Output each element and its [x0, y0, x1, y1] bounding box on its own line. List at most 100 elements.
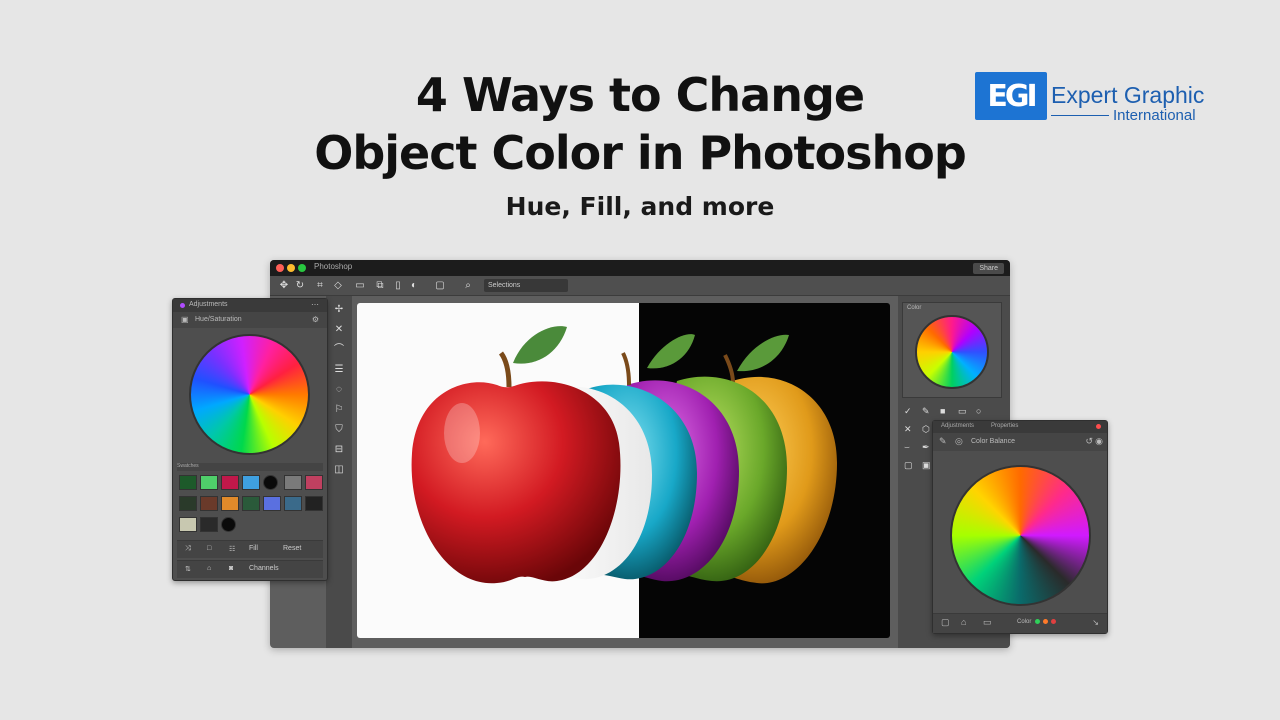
- color-swatch[interactable]: [263, 496, 281, 511]
- layers-stack-icon[interactable]: ☷: [229, 545, 235, 553]
- mask-thumb-icon[interactable]: ▭: [983, 617, 992, 628]
- green-dot[interactable]: [1035, 619, 1040, 624]
- cube-icon[interactable]: ⬡: [922, 424, 930, 435]
- brush-small-icon[interactable]: ✎: [922, 406, 930, 417]
- color-swatch[interactable]: [305, 475, 323, 490]
- color-swatch[interactable]: [242, 475, 260, 490]
- magic-wand-icon[interactable]: ✕: [333, 324, 345, 336]
- photoshop-window: Photoshop Share ✥ ↻ ⌗ ◇ ▭ ⧉ ▯ ◐ ▢ ⌕ Sele…: [270, 260, 1010, 648]
- pen-small-icon[interactable]: ✒: [922, 442, 930, 453]
- color-wheel-small[interactable]: [915, 315, 989, 389]
- eyedropper-icon[interactable]: ⊟: [333, 444, 345, 456]
- fill-button[interactable]: Fill: [249, 545, 258, 552]
- panel-tab-properties[interactable]: Properties: [991, 423, 1018, 429]
- square-select-icon[interactable]: □: [207, 545, 211, 552]
- color-swatch[interactable]: [284, 496, 302, 511]
- square-icon[interactable]: ■: [940, 406, 945, 416]
- options-bar: ✥ ↻ ⌗ ◇ ▭ ⧉ ▯ ◐ ▢ ⌕ Selections: [270, 276, 1010, 296]
- layer-thumb-icon[interactable]: ▢: [941, 617, 950, 628]
- color-swatch[interactable]: [221, 517, 236, 532]
- settings-icon[interactable]: ◉: [1095, 436, 1103, 447]
- red-dot[interactable]: [1051, 619, 1056, 624]
- camera-icon[interactable]: ◙: [229, 565, 233, 572]
- lasso-icon[interactable]: ☰: [333, 364, 345, 376]
- panel-menu-icon[interactable]: ⋯: [311, 300, 319, 309]
- color-panel-label: Color: [907, 305, 922, 311]
- shuffle-icon[interactable]: ⤨: [185, 545, 191, 553]
- logo-name: Expert Graphic: [1051, 82, 1205, 108]
- color-wheel-right[interactable]: [950, 465, 1091, 606]
- hand-icon[interactable]: ◫: [333, 464, 345, 476]
- close-window-button[interactable]: [276, 264, 284, 272]
- target-icon[interactable]: ◎: [955, 436, 963, 447]
- selections-field[interactable]: Selections: [484, 279, 568, 292]
- frame-small-icon[interactable]: ▢: [904, 460, 913, 471]
- color-panel: Color: [902, 302, 1002, 398]
- close-panel-button[interactable]: [1096, 424, 1101, 429]
- contrast-icon[interactable]: ◐: [408, 280, 420, 292]
- rectangle-icon[interactable]: ▭: [354, 280, 366, 292]
- headline-line-2: Object Color in Photoshop: [314, 126, 967, 180]
- options-icon[interactable]: ⚙: [312, 315, 319, 324]
- panel-tab-adjustments[interactable]: Adjustments: [941, 423, 974, 429]
- shape-icon[interactable]: ◇: [332, 280, 344, 292]
- x-icon[interactable]: ✕: [904, 424, 912, 435]
- mask-icon[interactable]: ▣: [922, 460, 931, 471]
- brush-icon[interactable]: ⌒: [333, 344, 345, 356]
- document-canvas[interactable]: [357, 303, 890, 638]
- color-swatch[interactable]: [179, 496, 197, 511]
- pen-icon[interactable]: ⚐: [333, 404, 345, 416]
- minimize-window-button[interactable]: [287, 264, 295, 272]
- curve-icon[interactable]: ⌣: [904, 442, 910, 453]
- building-icon[interactable]: ⌂: [207, 565, 211, 572]
- adjust-icon[interactable]: ⇅: [185, 565, 191, 573]
- mobile-icon[interactable]: ▢: [434, 280, 446, 292]
- color-swatch[interactable]: [242, 496, 260, 511]
- color-swatch[interactable]: [179, 517, 197, 532]
- stamp-icon[interactable]: ⛉: [333, 424, 345, 436]
- color-swatch[interactable]: [221, 475, 239, 490]
- lasso-tool-icon[interactable]: ↻: [294, 280, 306, 292]
- panel-sub-label: Color Balance: [971, 438, 1015, 445]
- eyedropper-small-icon[interactable]: ✎: [939, 436, 947, 447]
- red-apple-highlight: [444, 403, 480, 463]
- circle-icon[interactable]: ○: [976, 406, 981, 416]
- adjustments-panel-left: Adjustments ⋯ ▣ Hue/Saturation ⚙ Swatche…: [172, 298, 328, 581]
- share-button[interactable]: Share: [973, 263, 1004, 274]
- move-icon[interactable]: ✢: [333, 304, 345, 316]
- move-tool-icon[interactable]: ✥: [278, 280, 290, 292]
- apple-stem: [723, 354, 735, 384]
- swatches-label: Swatches: [177, 463, 199, 469]
- apple-leaf: [737, 334, 789, 372]
- check-icon[interactable]: ✓: [904, 406, 912, 417]
- apple-leaf: [647, 334, 695, 369]
- channels-button[interactable]: Channels: [249, 565, 279, 572]
- panel-title: Adjustments: [189, 301, 228, 308]
- color-swatch[interactable]: [200, 517, 218, 532]
- gradient-icon[interactable]: ◌: [333, 384, 345, 396]
- refresh-icon[interactable]: ↺: [1085, 436, 1093, 447]
- reset-button[interactable]: Reset: [283, 545, 301, 552]
- color-swatch[interactable]: [200, 496, 218, 511]
- collapse-icon[interactable]: ↘: [1092, 618, 1099, 627]
- layers-icon[interactable]: ⧉: [374, 280, 386, 292]
- color-wheel-left[interactable]: [189, 334, 310, 455]
- color-swatch[interactable]: [284, 475, 302, 490]
- crop-icon[interactable]: ⌗: [314, 280, 326, 292]
- footer-label: Color: [1017, 619, 1032, 625]
- zoom-icon[interactable]: ⌕: [462, 280, 474, 292]
- subtitle: Hue, Fill, and more: [505, 192, 775, 221]
- color-swatch[interactable]: [263, 475, 278, 490]
- rect-icon[interactable]: ▭: [958, 406, 967, 417]
- layer-icon[interactable]: ▣: [181, 315, 189, 324]
- frame-icon[interactable]: ▯: [392, 280, 404, 292]
- color-swatch[interactable]: [200, 475, 218, 490]
- color-swatch[interactable]: [305, 496, 323, 511]
- color-swatch[interactable]: [221, 496, 239, 511]
- orange-dot[interactable]: [1043, 619, 1048, 624]
- color-swatch[interactable]: [179, 475, 197, 490]
- maximize-window-button[interactable]: [298, 264, 306, 272]
- building-icon[interactable]: ⌂: [961, 617, 966, 627]
- panel-header: Adjustments ⋯: [173, 299, 327, 312]
- window-title: Photoshop: [314, 262, 353, 271]
